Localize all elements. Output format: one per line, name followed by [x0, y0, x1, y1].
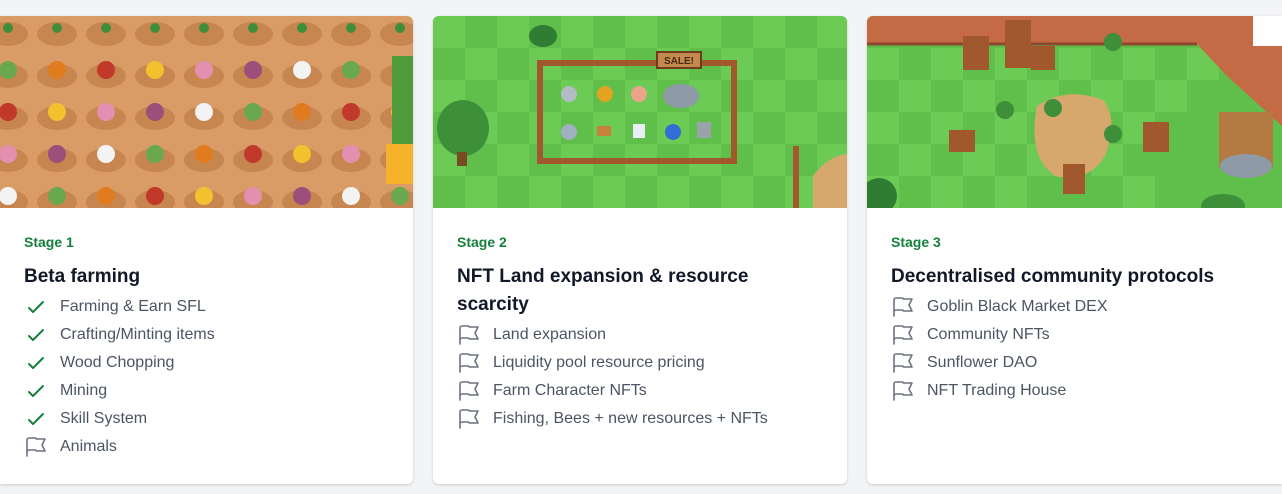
milestone-label: Crafting/Minting items — [60, 326, 215, 343]
crop-plant — [3, 23, 13, 33]
milestone-label: Land expansion — [493, 326, 606, 343]
flag-icon — [457, 323, 481, 347]
flag-icon — [457, 379, 481, 403]
crop-plant — [195, 103, 213, 121]
stage-label: Stage 1 — [24, 234, 74, 250]
crop-plant — [342, 187, 360, 205]
crop-plant — [244, 145, 262, 163]
milestone-list: Land expansion Liquidity pool resource p… — [457, 321, 823, 433]
farm-crops-illustration — [0, 16, 413, 208]
milestone-item: Sunflower DAO — [891, 349, 1258, 377]
crop-plant — [48, 145, 66, 163]
crop-plant — [195, 145, 213, 163]
flag-icon — [891, 379, 915, 403]
crop-plant — [342, 103, 360, 121]
crop-plant — [146, 187, 164, 205]
milestone-label: Wood Chopping — [60, 354, 175, 371]
milestone-item: Wood Chopping — [24, 349, 389, 377]
milestone-label: Farming & Earn SFL — [60, 298, 206, 315]
sale-sign-text: SALE! — [664, 56, 694, 67]
crop-plant — [97, 103, 115, 121]
roadmap-card-stage-3: Stage 3 Decentralised community protocol… — [867, 16, 1282, 484]
stage-title: NFT Land expansion & resource scarcity — [457, 266, 749, 315]
stage-label: Stage 2 — [457, 234, 507, 250]
milestone-item: Liquidity pool resource pricing — [457, 349, 823, 377]
milestone-item: Skill System — [24, 405, 389, 433]
milestone-item: Fishing, Bees + new resources + NFTs — [457, 405, 823, 433]
check-icon — [24, 379, 48, 403]
crop-plant — [297, 23, 307, 33]
milestone-label: Fishing, Bees + new resources + NFTs — [493, 410, 768, 427]
crop-plant — [48, 61, 66, 79]
check-icon — [24, 351, 48, 375]
flag-icon — [891, 323, 915, 347]
check-icon — [24, 407, 48, 431]
crop-plant — [244, 61, 262, 79]
flag-icon — [24, 435, 48, 459]
milestone-item: Farming & Earn SFL — [24, 293, 389, 321]
milestone-item: Goblin Black Market DEX — [891, 293, 1258, 321]
flag-icon — [457, 351, 481, 375]
milestone-item: Mining — [24, 377, 389, 405]
stage-label: Stage 3 — [891, 234, 941, 250]
flag-icon — [457, 407, 481, 431]
milestone-list: Goblin Black Market DEX Community NFTs S… — [891, 293, 1258, 405]
milestone-item: Land expansion — [457, 321, 823, 349]
milestone-item: Farm Character NFTs — [457, 377, 823, 405]
crop-plant — [97, 61, 115, 79]
crop-plant — [391, 187, 409, 205]
crop-plant — [342, 145, 360, 163]
crop-plant — [244, 187, 262, 205]
crop-plant — [342, 61, 360, 79]
check-icon — [24, 295, 48, 319]
crop-plant — [150, 23, 160, 33]
crop-plant — [293, 145, 311, 163]
crop-plant — [199, 23, 209, 33]
crop-plant — [97, 145, 115, 163]
milestone-item: Crafting/Minting items — [24, 321, 389, 349]
crop-plant — [293, 61, 311, 79]
milestone-item: Community NFTs — [891, 321, 1258, 349]
crop-plant — [244, 103, 262, 121]
roadmap-row: Stage 1 Beta farming Farming & Earn SFL … — [0, 0, 1282, 494]
crop-plant — [346, 23, 356, 33]
crop-plant — [97, 187, 115, 205]
crop-plant — [146, 61, 164, 79]
stage-title: Beta farming — [24, 266, 141, 287]
roadmap-card-stage-1: Stage 1 Beta farming Farming & Earn SFL … — [0, 16, 413, 484]
milestone-item: NFT Trading House — [891, 377, 1258, 405]
check-icon — [24, 323, 48, 347]
milestone-item: Animals — [24, 433, 389, 461]
crop-plant — [146, 103, 164, 121]
goblin-village-illustration — [867, 16, 1282, 208]
crop-plant — [48, 103, 66, 121]
crop-plant — [248, 23, 258, 33]
milestone-label: Animals — [60, 438, 117, 455]
milestone-list: Farming & Earn SFL Crafting/Minting item… — [24, 293, 389, 461]
flag-icon — [891, 351, 915, 375]
crop-plant — [146, 145, 164, 163]
stage-title: Decentralised community protocols — [891, 266, 1215, 287]
milestone-label: Community NFTs — [927, 326, 1050, 343]
crop-plant — [395, 23, 405, 33]
roadmap-card-stage-2: SALE! Stage 2 NFT Land expansion & resou… — [433, 16, 847, 484]
milestone-label: Liquidity pool resource pricing — [493, 354, 705, 371]
milestone-label: Mining — [60, 382, 108, 399]
crop-plant — [48, 187, 66, 205]
crop-plant — [101, 23, 111, 33]
milestone-label: Farm Character NFTs — [493, 382, 647, 399]
milestone-label: NFT Trading House — [927, 382, 1067, 399]
crop-plant — [293, 187, 311, 205]
milestone-label: Skill System — [60, 410, 148, 427]
milestone-label: Goblin Black Market DEX — [927, 298, 1108, 315]
crop-plant — [52, 23, 62, 33]
crop-plant — [293, 103, 311, 121]
crop-plant — [195, 61, 213, 79]
crop-plant — [195, 187, 213, 205]
flag-icon — [891, 295, 915, 319]
milestone-label: Sunflower DAO — [927, 354, 1038, 371]
fenced-market-illustration: SALE! — [433, 16, 847, 208]
